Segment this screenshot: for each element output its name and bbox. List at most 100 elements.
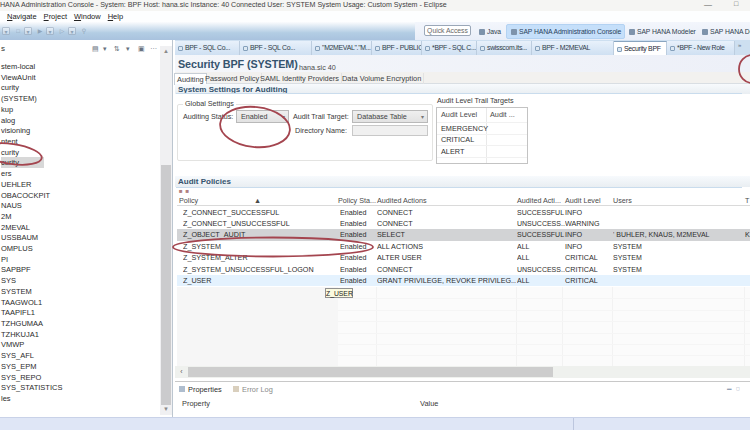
col-audited-actions[interactable]: Audited Actions: [377, 196, 427, 205]
tree-item[interactable]: 2MEVAL: [1, 222, 30, 233]
tree-item[interactable]: USSBAUM: [1, 232, 38, 243]
editor-tab[interactable]: *BPF - New Role: [667, 41, 735, 55]
editor-tab[interactable]: "M2MEVAL"."M...: [312, 41, 372, 55]
policy-row[interactable]: Z_SYSTEM_UNSUCCESSFUL_LOGON Enabled CONN…: [177, 264, 750, 275]
col-audit-level[interactable]: Audit Level: [565, 196, 601, 205]
tree-item[interactable]: SYS_AFL: [1, 350, 34, 361]
toolbar-icon-debug[interactable]: ▾: [46, 27, 54, 35]
tree-item[interactable]: kup: [1, 104, 13, 115]
scroll-up-icon[interactable]: ▲: [161, 48, 171, 54]
col-target[interactable]: T: [745, 196, 749, 205]
scroll-down-icon[interactable]: ▼: [161, 406, 171, 412]
tab-properties[interactable]: Properties: [179, 384, 222, 396]
policies-toolbar-icons[interactable]: ■■: [179, 188, 192, 194]
panel-link-icon[interactable]: ▣: [138, 45, 145, 53]
sidebar-scrollbar-thumb[interactable]: [161, 165, 171, 405]
tree-item[interactable]: SAPBPF: [1, 264, 31, 275]
toolbar-icon-save[interactable]: □: [14, 27, 22, 35]
tab-overflow-icon[interactable]: »: [738, 42, 741, 48]
tree-item[interactable]: visioning: [1, 125, 30, 136]
policy-row[interactable]: Z_CONNECT_UNSUCCESSFUL Enabled CONNECT U…: [177, 218, 750, 229]
panel-menu-icon[interactable]: ▤: [92, 45, 99, 53]
toolbar-icon-print[interactable]: ▶: [36, 27, 44, 35]
minimize-view-icon[interactable]: ▬: [727, 386, 732, 391]
tree-item[interactable]: ers: [1, 168, 11, 179]
directory-name-input[interactable]: [352, 125, 428, 136]
col-policy[interactable]: Policy: [179, 196, 198, 205]
tree-item[interactable]: VMWP: [1, 339, 24, 350]
tree-item[interactable]: NAUS: [1, 200, 22, 211]
perspective-button[interactable]: SAP HANA Modeler: [629, 25, 696, 38]
tree-item[interactable]: SYS_REPO: [1, 372, 41, 383]
tree-item[interactable]: TZHKUJA1: [1, 329, 39, 340]
col-users[interactable]: Users: [613, 196, 632, 205]
trail-target-row[interactable]: ALERT: [441, 146, 464, 157]
tree-item[interactable]: SYS: [1, 275, 16, 286]
editor-tab[interactable]: swisscom.its...: [477, 41, 532, 55]
maximize-icon[interactable]: □: [734, 0, 738, 7]
editor-tab[interactable]: *BPF - SQL C...: [422, 41, 477, 55]
trail-target-row[interactable]: CRITICAL: [441, 134, 474, 145]
tree-item[interactable]: UEHLER: [1, 179, 31, 190]
policy-row[interactable]: Z_USER Enabled GRANT PRIVILEGE, REVOKE P…: [177, 275, 750, 286]
panel-more-icon[interactable]: ⋯: [150, 45, 157, 53]
editor-tab[interactable]: BPF - SQL Co...: [240, 41, 312, 55]
tree-item[interactable]: les: [1, 393, 11, 404]
scroll-left-icon[interactable]: ‹: [176, 366, 187, 378]
tree-item[interactable]: SYS_STATISTICS: [1, 382, 62, 393]
tree-item[interactable]: (SYSTEM): [1, 93, 37, 104]
toolbar-icon-search[interactable]: ⚲: [80, 27, 88, 35]
horizontal-scrollbar-thumb[interactable]: [188, 367, 553, 377]
panel-dropdown2-icon[interactable]: ▾: [126, 45, 130, 53]
tree-item[interactable]: TAAPIFL1: [1, 307, 35, 318]
tree-item[interactable]: SYS_EPM: [1, 361, 36, 372]
toolbar-icon-saveall[interactable]: ▾: [24, 27, 32, 35]
panel-collapse-icon[interactable]: ⇅: [114, 45, 120, 53]
value-column-header[interactable]: Value: [420, 399, 438, 408]
col-policy-status[interactable]: Policy Sta...: [338, 196, 376, 205]
menu-item[interactable]: Project: [44, 12, 67, 21]
tree-item[interactable]: ntent: [1, 136, 18, 147]
auditing-status-dropdown[interactable]: Enabled▾: [236, 110, 289, 123]
perspective-button[interactable]: SAP HANA Devel: [702, 25, 750, 38]
menu-item[interactable]: Window: [74, 12, 101, 21]
property-column-header[interactable]: Property: [182, 399, 210, 408]
tree-item[interactable]: OBACOCKPIT: [1, 190, 50, 201]
policy-row[interactable]: Z_SYSTEM Enabled ALL ACTIONS ALL INFO SY…: [177, 241, 750, 252]
panel-dropdown-icon[interactable]: ▾: [103, 45, 107, 53]
col-audited-action-status[interactable]: Audited Acti...: [517, 196, 561, 205]
menu-item[interactable]: Help: [108, 12, 123, 21]
trail-target-row[interactable]: EMERGENCY: [441, 123, 488, 134]
tree-item[interactable]: PI: [1, 254, 8, 265]
perspective-button[interactable]: Java: [479, 25, 501, 38]
toolbar-icon-external[interactable]: ▾: [68, 27, 76, 35]
tree-item[interactable]: alog: [1, 115, 15, 126]
tree-item[interactable]: TZHGUMAA: [1, 318, 43, 329]
quick-access-box[interactable]: Quick Access: [424, 25, 471, 36]
policy-row[interactable]: Z_SYSTEM_ALTER Enabled ALTER USER ALL CR…: [177, 252, 750, 263]
editor-tab[interactable]: Security BPF: [614, 41, 667, 55]
policy-row[interactable]: Z_CONNECT_SUCCESSFUL Enabled CONNECT SUC…: [177, 207, 750, 218]
maximize-view-icon[interactable]: ◻: [736, 386, 740, 391]
perspective-button[interactable]: SAP HANA Administration Console: [511, 25, 621, 38]
tree-item[interactable]: curity: [1, 157, 44, 168]
tree-item[interactable]: curity: [1, 147, 19, 158]
tree-item[interactable]: TAAGWOL1: [1, 297, 42, 308]
toolbar-icon-new[interactable]: ▾: [2, 27, 10, 35]
minimize-icon[interactable]: —: [704, 0, 712, 9]
editor-tab[interactable]: BPF - SQL Co...: [175, 41, 240, 55]
toolbar-icon-run[interactable]: ▷: [58, 27, 66, 35]
menu-item[interactable]: Navigate: [7, 12, 37, 21]
audit-trail-target-dropdown[interactable]: Database Table▾: [352, 110, 428, 123]
editor-tab[interactable]: BPF - PUBLIC...: [372, 41, 422, 55]
tree-item[interactable]: stem-local: [1, 61, 35, 72]
editor-tab[interactable]: BPF - M2MEVAL: [532, 41, 614, 55]
horizontal-scrollbar[interactable]: ‹: [175, 366, 750, 378]
tab-error-log[interactable]: Error Log: [233, 384, 273, 396]
tree-item[interactable]: 2M: [1, 211, 11, 222]
tree-item[interactable]: OMPLUS: [1, 243, 33, 254]
policy-row[interactable]: Z_OBJECT_AUDIT Enabled SELECT SUCCESSFUL…: [177, 229, 750, 240]
tree-item[interactable]: ViewAUnit: [1, 72, 35, 83]
tree-item[interactable]: curity: [1, 82, 19, 93]
tree-item[interactable]: SYSTEM: [1, 286, 32, 297]
